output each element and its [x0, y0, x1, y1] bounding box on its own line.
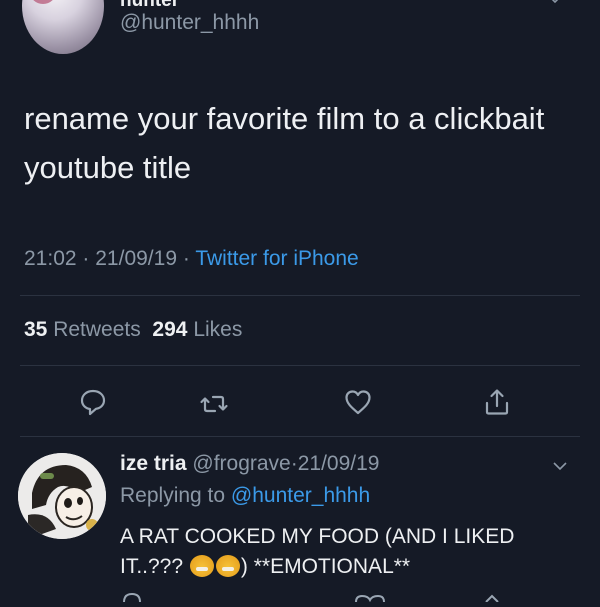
like-stat[interactable]: 294 Likes	[152, 318, 242, 341]
cowboy-hat-face-emoji-icon	[189, 555, 214, 577]
retweet-count: 35	[24, 318, 48, 341]
chevron-down-icon[interactable]	[552, 458, 568, 474]
tweet-date: 21/09/19	[95, 247, 177, 270]
reply-date[interactable]: 21/09/19	[298, 452, 380, 475]
exploding-head-emoji-icon	[215, 555, 240, 577]
author-handle[interactable]: @hunter_hhhh	[120, 11, 259, 35]
tweet-time: 21:02	[24, 247, 77, 270]
engagement-stats: 35 Retweets 294 Likes	[24, 318, 242, 342]
reply-avatar[interactable]	[18, 453, 106, 539]
reply-header: ize tria @frograve·21/09/19	[120, 452, 379, 476]
retweet-stat[interactable]: 35 Retweets	[24, 318, 141, 341]
like-count: 294	[152, 318, 188, 341]
replying-mention-link[interactable]: @hunter_hhhh	[231, 484, 370, 507]
like-button[interactable]	[343, 387, 373, 417]
retweet-icon	[200, 395, 228, 413]
reply-separator: ·	[290, 452, 298, 475]
divider	[20, 295, 580, 296]
replying-to: Replying to @hunter_hhhh	[120, 484, 370, 508]
reply-author-handle[interactable]: @frograve	[192, 452, 290, 475]
reply-text-part2: ) **EMOTIONAL**	[240, 555, 411, 578]
share-icon	[485, 389, 509, 415]
share-button[interactable]	[482, 387, 512, 417]
chevron-down-icon[interactable]	[548, 0, 562, 6]
cartoon-avatar-image	[18, 453, 106, 539]
heart-icon	[345, 390, 371, 415]
tweet-source-link[interactable]: Twitter for iPhone	[195, 247, 358, 270]
speech-bubble-icon	[80, 389, 106, 416]
retweet-button[interactable]	[199, 389, 229, 419]
reply-text: A RAT COOKED MY FOOD (AND I LIKED IT..??…	[120, 522, 570, 582]
replying-prefix: Replying to	[120, 484, 226, 507]
meta-separator: ·	[82, 247, 90, 270]
tweet-text: rename your favorite film to a clickbait…	[24, 101, 545, 185]
tweet-meta: 21:02 · 21/09/19 · Twitter for iPhone	[24, 247, 359, 271]
author-avatar[interactable]	[22, 0, 104, 54]
divider	[20, 365, 580, 366]
reply-button[interactable]	[78, 387, 108, 417]
reply-author-name[interactable]: ize tria	[120, 452, 187, 475]
retweet-label: Retweets	[53, 318, 141, 341]
meta-separator: ·	[182, 247, 190, 270]
divider	[20, 436, 580, 437]
like-label: Likes	[193, 318, 243, 341]
